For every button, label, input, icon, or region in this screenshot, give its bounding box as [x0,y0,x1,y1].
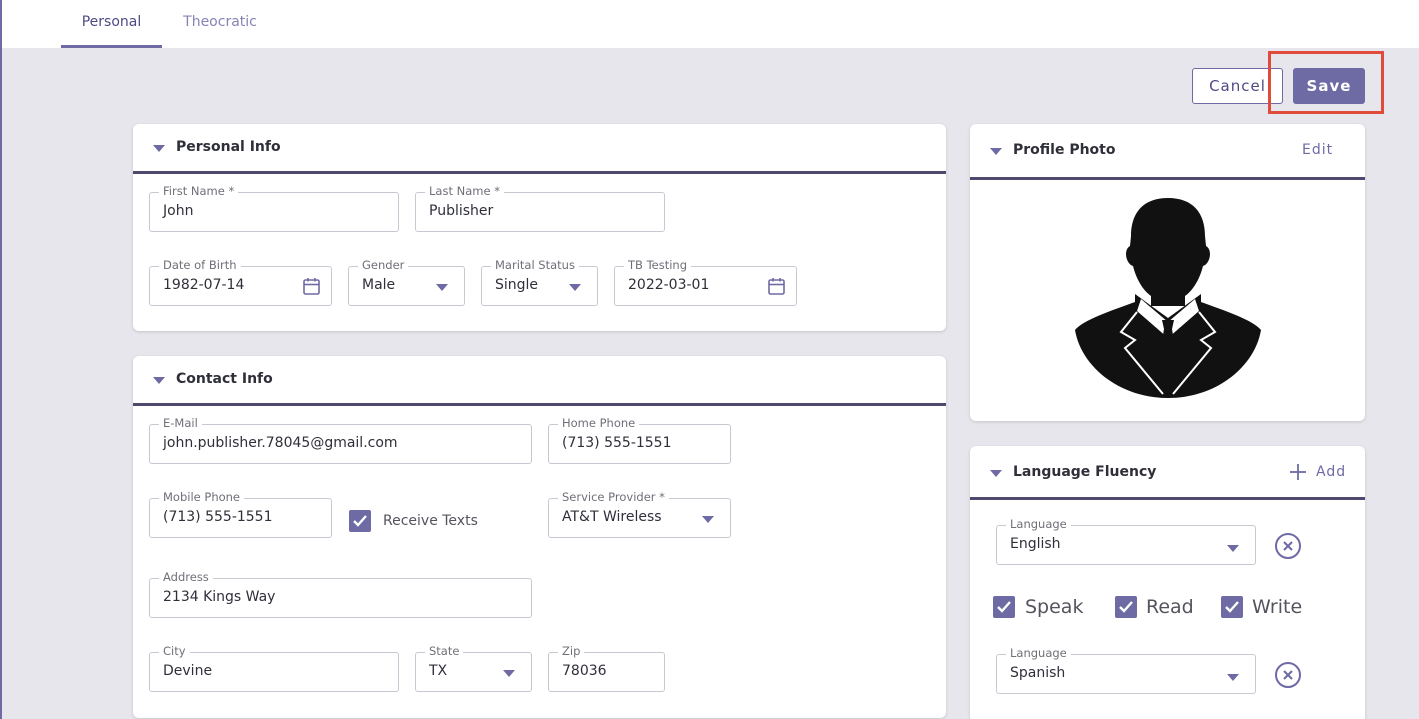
language-value: English [1010,536,1061,552]
gender-value: Male [362,277,396,293]
tab-personal[interactable]: Personal [61,0,162,48]
collapse-triangle-icon[interactable] [990,148,1002,155]
speak-label: Speak [1025,596,1084,618]
service-provider-select[interactable]: Service Provider * AT&T Wireless [548,490,731,538]
last-name-value: Publisher [429,203,494,219]
email-field[interactable]: E-Mail john.publisher.78045@gmail.com [149,416,532,464]
language-value: Spanish [1010,665,1066,681]
language-select-2[interactable]: Language Spanish [996,646,1256,694]
contact-info-header[interactable]: Contact Info [133,356,946,406]
last-name-label: Last Name * [425,184,504,198]
profile-photo-title: Profile Photo [1013,142,1116,158]
profile-photo-header[interactable]: Profile Photo Edit [970,124,1365,180]
home-phone-field[interactable]: Home Phone (713) 555-1551 [548,416,731,464]
last-name-field[interactable]: Last Name * Publisher [415,184,665,232]
read-label: Read [1146,596,1194,618]
service-provider-label: Service Provider * [558,490,669,504]
email-value: john.publisher.78045@gmail.com [163,435,398,451]
address-field[interactable]: Address 2134 Kings Way [149,570,532,618]
calendar-icon[interactable] [768,277,785,295]
marital-status-label: Marital Status [491,258,579,272]
home-phone-label: Home Phone [558,416,640,430]
read-checkbox[interactable] [1115,596,1137,618]
zip-value: 78036 [562,663,607,679]
address-value: 2134 Kings Way [163,589,276,605]
language-select-1[interactable]: Language English [996,517,1256,565]
gender-select[interactable]: Gender Male [348,258,465,306]
contact-info-card: Contact Info E-Mail john.publisher.78045… [133,356,946,718]
write-checkbox[interactable] [1221,596,1243,618]
service-provider-value: AT&T Wireless [562,509,662,525]
checkmark-icon [353,515,367,527]
first-name-label: First Name * [159,184,239,198]
chevron-down-icon [436,284,448,291]
edit-photo-button[interactable]: Edit [1302,142,1333,158]
profile-photo-card: Profile Photo Edit [970,124,1365,421]
calendar-icon[interactable] [303,277,320,295]
marital-status-value: Single [495,277,539,293]
date-of-birth-value: 1982-07-14 [163,277,245,293]
address-label: Address [159,570,213,584]
tab-bar: Personal Theocratic [2,0,1419,48]
state-label: State [425,644,464,658]
checkmark-icon [1119,601,1133,613]
chevron-down-icon [1227,674,1239,681]
zip-label: Zip [558,644,585,658]
chevron-down-icon [503,670,515,677]
zip-field[interactable]: Zip 78036 [548,644,665,692]
city-label: City [159,644,190,658]
plus-icon [1290,464,1306,480]
marital-status-select[interactable]: Marital Status Single [481,258,598,306]
tab-theocratic[interactable]: Theocratic [172,0,268,48]
date-of-birth-label: Date of Birth [159,258,241,272]
state-select[interactable]: State TX [415,644,532,692]
person-silhouette-icon [1075,198,1261,398]
personal-info-card: Personal Info First Name * John Last Nam… [133,124,946,331]
save-button[interactable]: Save [1293,68,1365,104]
collapse-triangle-icon[interactable] [153,377,165,384]
receive-texts-checkbox[interactable] [349,510,371,532]
language-label: Language [1006,646,1071,660]
chevron-down-icon [702,516,714,523]
mobile-phone-field[interactable]: Mobile Phone (713) 555-1551 [149,490,332,538]
chevron-down-icon [569,284,581,291]
remove-language-icon[interactable] [1275,533,1301,559]
personal-info-header[interactable]: Personal Info [133,124,946,174]
contact-info-title: Contact Info [176,371,273,387]
language-label: Language [1006,517,1071,531]
gender-label: Gender [358,258,409,272]
city-value: Devine [163,663,213,679]
receive-texts-label: Receive Texts [383,513,478,529]
write-label: Write [1252,596,1303,618]
speak-checkbox[interactable] [993,596,1015,618]
add-label: Add [1316,464,1347,480]
mobile-phone-value: (713) 555-1551 [163,509,273,525]
remove-language-icon[interactable] [1275,662,1301,688]
mobile-phone-label: Mobile Phone [159,490,245,504]
personal-info-title: Personal Info [176,139,281,155]
left-border [0,0,2,719]
language-fluency-title: Language Fluency [1013,464,1157,480]
cancel-button[interactable]: Cancel [1192,68,1283,104]
language-fluency-header[interactable]: Language Fluency Add [970,446,1365,500]
collapse-triangle-icon[interactable] [990,470,1002,477]
date-of-birth-field[interactable]: Date of Birth 1982-07-14 [149,258,332,306]
tb-testing-label: TB Testing [624,258,691,272]
checkmark-icon [997,601,1011,613]
home-phone-value: (713) 555-1551 [562,435,672,451]
collapse-triangle-icon[interactable] [153,145,165,152]
first-name-field[interactable]: First Name * John [149,184,399,232]
state-value: TX [429,663,448,679]
tb-testing-value: 2022-03-01 [628,277,710,293]
language-fluency-card: Language Fluency Add Language English Sp… [970,446,1365,719]
chevron-down-icon [1227,545,1239,552]
first-name-value: John [163,203,194,219]
tb-testing-field[interactable]: TB Testing 2022-03-01 [614,258,797,306]
email-label: E-Mail [159,416,202,430]
city-field[interactable]: City Devine [149,644,399,692]
checkmark-icon [1225,601,1239,613]
